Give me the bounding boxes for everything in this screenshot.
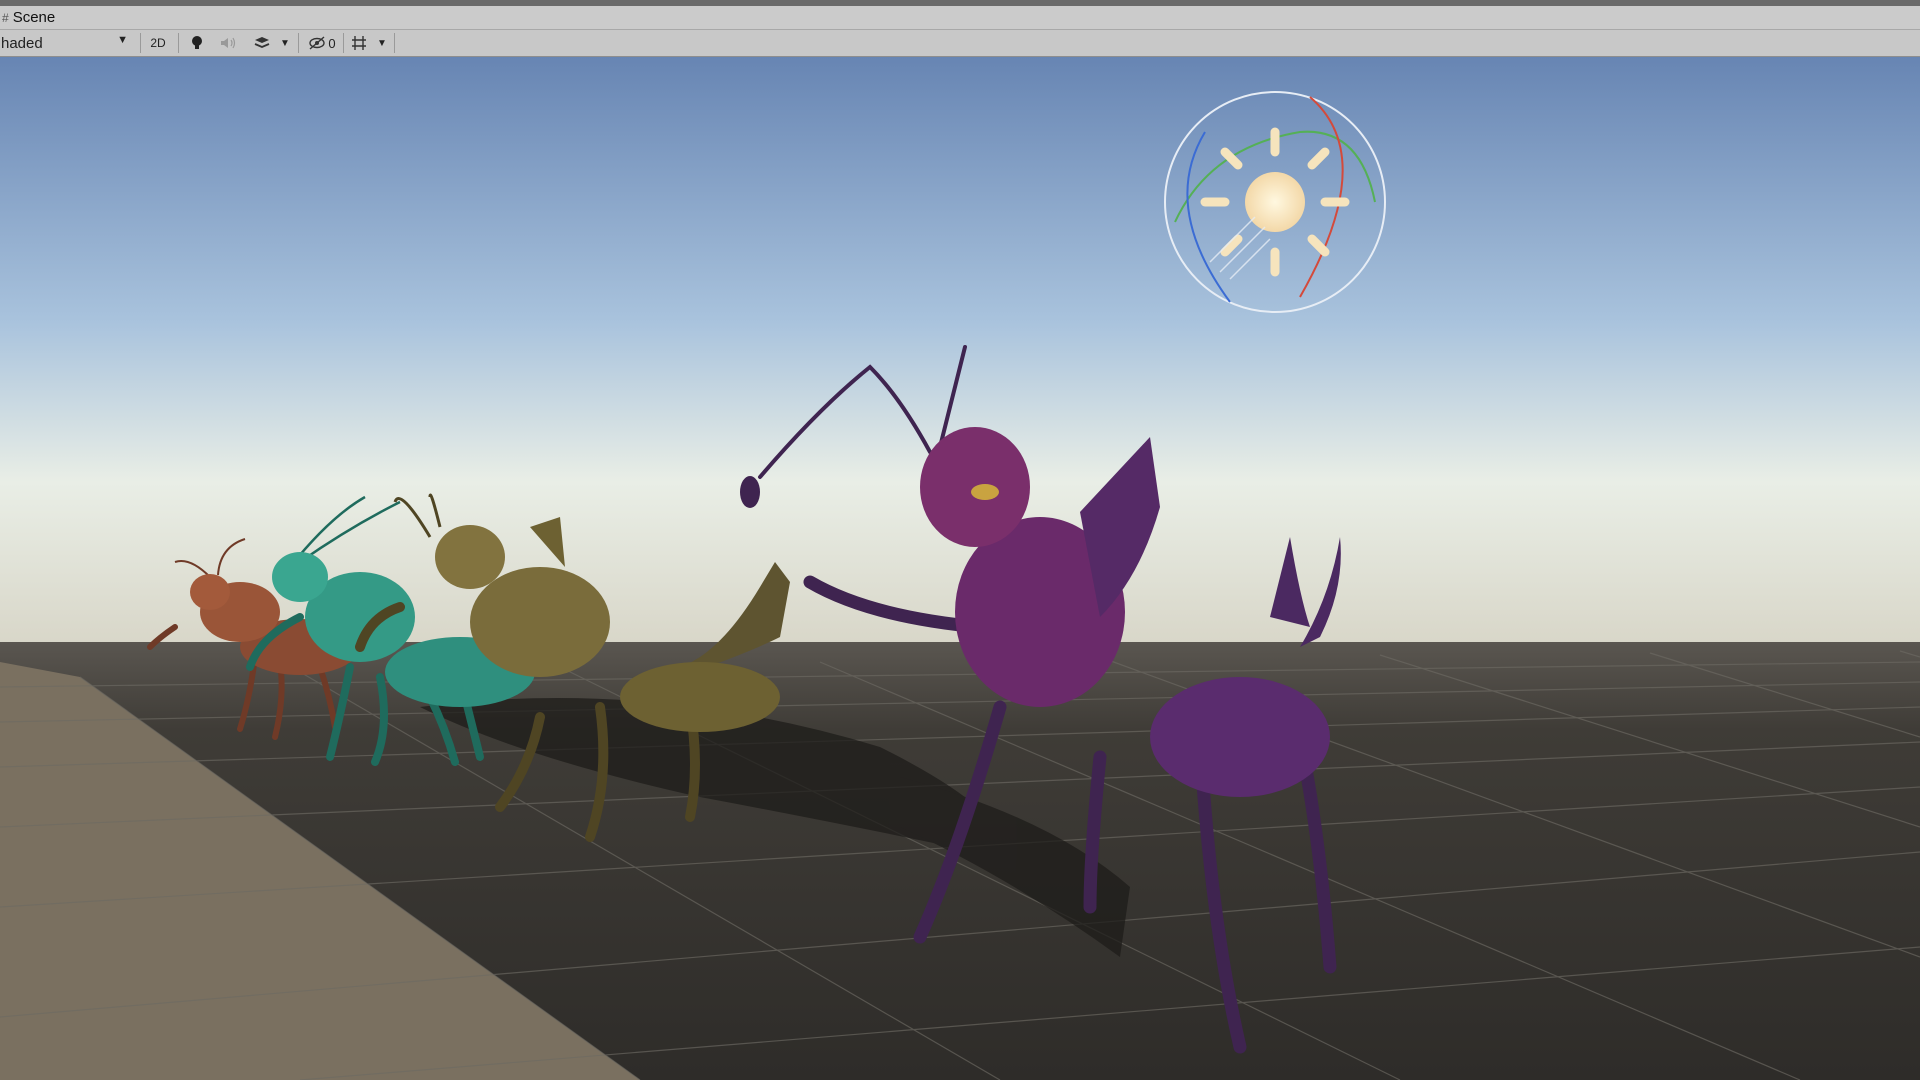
- audio-toggle-button[interactable]: [216, 32, 242, 54]
- hidden-objects-count: 0: [328, 35, 336, 51]
- effects-toggle-button[interactable]: [250, 32, 274, 54]
- grid-dropdown-caret[interactable]: ▼: [374, 32, 390, 54]
- dropdown-caret-icon: ▼: [117, 34, 128, 46]
- grid-toggle-button[interactable]: [347, 32, 371, 54]
- toolbar-divider: [343, 33, 344, 53]
- toolbar-divider: [394, 33, 395, 53]
- 2d-toggle-label: 2D: [150, 36, 166, 50]
- toolbar-divider: [140, 33, 141, 53]
- creature-eye: [971, 484, 999, 500]
- hidden-objects-icon: [309, 36, 326, 50]
- shading-mode-dropdown[interactable]: haded ▼: [0, 32, 134, 54]
- lightbulb-icon: [192, 36, 202, 49]
- hash-icon: #: [2, 10, 9, 25]
- scene-tab[interactable]: # Scene: [0, 6, 55, 29]
- scene-render: [0, 57, 1920, 1080]
- 2d-toggle-button[interactable]: 2D: [145, 32, 171, 54]
- audio-icon: [221, 37, 236, 49]
- toolbar-divider: [298, 33, 299, 53]
- toolbar-divider: [178, 33, 179, 53]
- antenna-tip: [740, 476, 760, 508]
- scene-toolbar: haded ▼ 2D ▼ 0 ▼: [0, 30, 1920, 57]
- scene-tab-label: Scene: [12, 9, 56, 26]
- dropdown-caret-icon: ▼: [280, 37, 290, 49]
- hidden-objects-toggle[interactable]: 0: [304, 32, 340, 54]
- grid-icon: [352, 36, 366, 50]
- scene-tab-bar: # Scene: [0, 6, 1920, 30]
- scene-viewport[interactable]: [0, 57, 1920, 1080]
- effects-icon: [254, 37, 270, 48]
- shading-mode-label: haded: [1, 34, 43, 52]
- effects-dropdown-caret[interactable]: ▼: [278, 32, 292, 54]
- dropdown-caret-icon: ▼: [377, 37, 387, 49]
- lighting-toggle-button[interactable]: [184, 32, 210, 54]
